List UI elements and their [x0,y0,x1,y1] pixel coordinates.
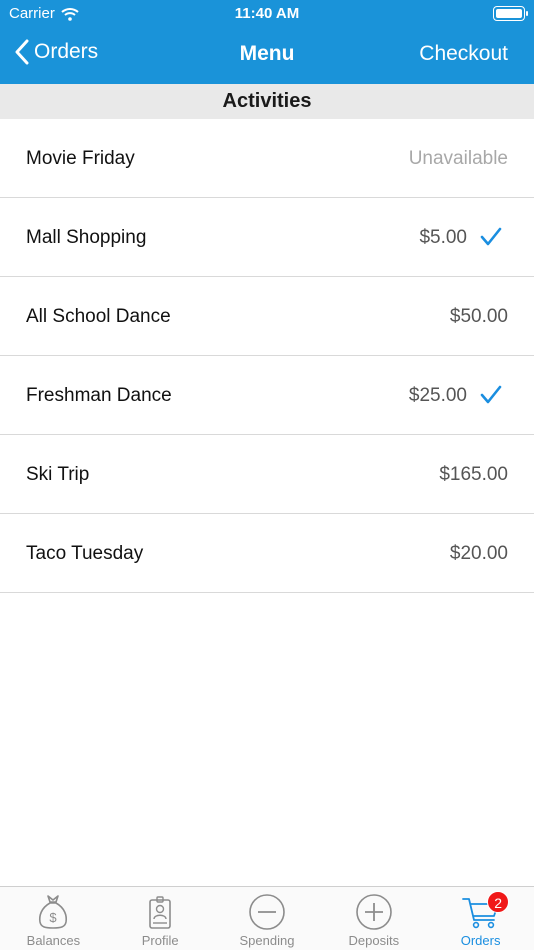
item-name: Taco Tuesday [26,543,144,564]
tab-label: Deposits [348,933,400,948]
list-item[interactable]: All School Dance $50.00 [0,277,534,356]
tab-label: Balances [26,933,81,948]
tab-label: Orders [460,933,501,948]
battery-icon [493,6,528,21]
item-price: $165.00 [439,464,508,485]
tab-orders[interactable]: 2 Orders [427,887,534,950]
tab-balances[interactable]: $ Balances [0,887,107,950]
item-price: $50.00 [449,306,508,327]
minus-circle-icon [249,894,285,930]
svg-text:$: $ [50,910,58,925]
item-price: $5.00 [419,227,467,248]
navigation-bar: Orders Menu Checkout [0,34,534,76]
list-item[interactable]: Ski Trip $165.00 [0,435,534,514]
status-bar: Carrier 11:40 AM [0,0,534,28]
cart-count-badge: 2 [487,891,510,913]
money-bag-icon: $ [39,895,68,929]
tab-spending[interactable]: Spending [214,887,321,950]
header: Carrier 11:40 AM Orders Menu Checkout [0,0,534,84]
list-item[interactable]: Movie Friday Unavailable [0,119,534,198]
tab-bar: $ Balances Profile Spending Deposits 2 O… [0,886,534,950]
clock: 11:40 AM [234,5,300,22]
list-item[interactable]: Mall Shopping $5.00 [0,198,534,277]
activity-list: Movie Friday Unavailable Mall Shopping $… [0,119,534,593]
checkmark-icon [480,227,502,246]
checkout-button[interactable]: Checkout [419,42,508,66]
item-name: Movie Friday [26,148,135,169]
tab-label: Spending [239,933,295,948]
item-price: $25.00 [408,385,467,406]
checkmark-icon [480,385,502,404]
tab-deposits[interactable]: Deposits [320,887,427,950]
plus-circle-icon [355,894,392,930]
item-name: Ski Trip [26,464,90,485]
tab-profile[interactable]: Profile [107,887,214,950]
item-price: Unavailable [408,148,508,169]
id-badge-icon [149,896,171,929]
item-name: Mall Shopping [26,227,147,248]
tab-label: Profile [141,933,179,948]
list-item[interactable]: Taco Tuesday $20.00 [0,514,534,593]
item-name: All School Dance [26,306,171,327]
section-header: Activities [0,84,534,119]
item-price: $20.00 [449,543,508,564]
item-name: Freshman Dance [26,385,172,406]
list-item[interactable]: Freshman Dance $25.00 [0,356,534,435]
